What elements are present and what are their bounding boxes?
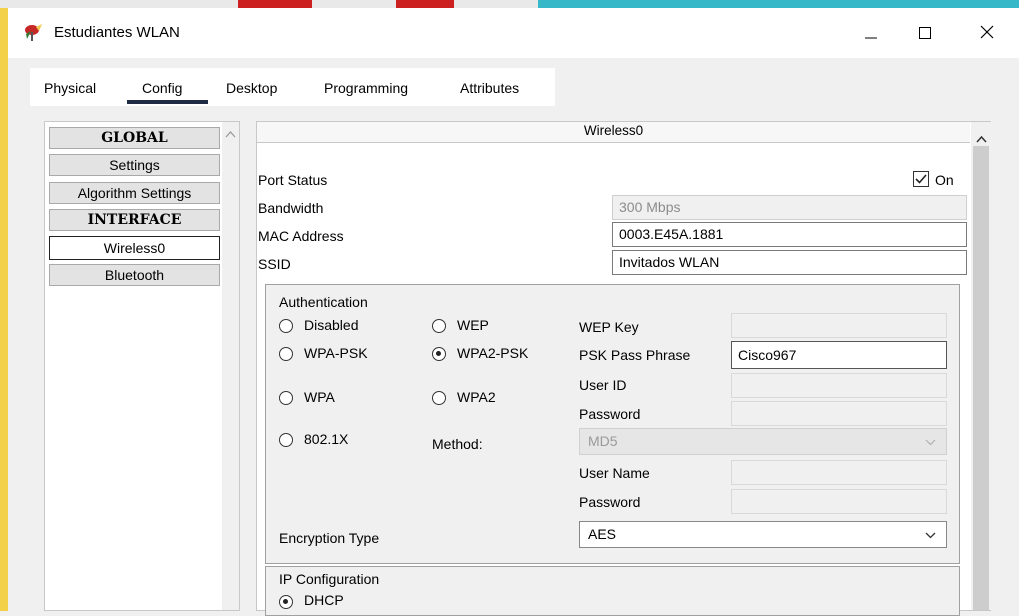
radio-wpa2-psk[interactable] <box>432 347 446 361</box>
tab-desktop[interactable]: Desktop <box>226 80 277 96</box>
radio-wpa2-psk-label: WPA2-PSK <box>457 345 529 361</box>
radio-dhcp[interactable] <box>279 595 293 609</box>
ip-configuration-section: IP Configuration DHCP <box>265 566 960 616</box>
authentication-title: Authentication <box>279 294 368 310</box>
background-red-bar <box>238 0 312 8</box>
minimize-button[interactable] <box>848 14 894 52</box>
sidebar-item-settings[interactable]: Settings <box>49 154 220 176</box>
password2-field <box>731 489 947 514</box>
close-icon <box>980 25 994 42</box>
method-label: Method: <box>432 436 483 452</box>
ip-configuration-title: IP Configuration <box>279 571 380 587</box>
radio-802-1x[interactable] <box>279 433 293 447</box>
radio-wpa-label: WPA <box>304 389 335 405</box>
maximize-button[interactable] <box>902 14 948 52</box>
sidebar-header-global: GLOBAL <box>49 127 220 149</box>
encryption-type-label: Encryption Type <box>279 530 380 546</box>
bandwidth-label: Bandwidth <box>258 200 324 216</box>
password-field <box>731 401 947 426</box>
bandwidth-field: 300 Mbps <box>612 195 967 220</box>
radio-wpa[interactable] <box>279 391 293 405</box>
port-status-checkbox[interactable] <box>913 171 929 190</box>
mac-address-field[interactable]: 0003.E45A.1881 <box>612 222 967 247</box>
sidebar-item-algorithm-settings[interactable]: Algorithm Settings <box>49 182 220 204</box>
radio-disabled-label: Disabled <box>304 317 359 333</box>
password-label: Password <box>579 406 641 422</box>
tab-bar: Physical Config Desktop Programming Attr… <box>30 68 555 106</box>
chevron-down-icon <box>925 429 936 454</box>
chevron-down-icon <box>925 522 936 547</box>
tab-programming[interactable]: Programming <box>324 80 408 96</box>
radio-wpa-psk-label: WPA-PSK <box>304 345 368 361</box>
scrollbar-thumb[interactable] <box>973 146 989 610</box>
sidebar-header-interface: INTERFACE <box>49 209 220 231</box>
panel-title: Wireless0 <box>257 122 970 143</box>
close-button[interactable] <box>964 14 1010 52</box>
user-id-field <box>731 373 947 398</box>
ssid-label: SSID <box>258 256 291 272</box>
user-name-label: User Name <box>579 465 650 481</box>
method-select-value: MD5 <box>588 433 618 449</box>
user-name-field <box>731 460 947 485</box>
port-status-label: Port Status <box>258 172 328 188</box>
tab-attributes[interactable]: Attributes <box>460 80 519 96</box>
radio-wep[interactable] <box>432 319 446 333</box>
scroll-up-icon[interactable] <box>225 125 236 141</box>
wep-key-field <box>731 313 947 338</box>
title-bar: Estudiantes WLAN <box>8 8 1019 58</box>
panel-scrollbar[interactable] <box>971 122 991 610</box>
mac-address-label: MAC Address <box>258 228 344 244</box>
sidebar-item-wireless0[interactable]: Wireless0 <box>49 236 220 260</box>
config-panel: Wireless0 Port Status On Bandwidth 300 M… <box>256 121 991 616</box>
radio-disabled[interactable] <box>279 319 293 333</box>
encryption-type-value: AES <box>588 526 617 542</box>
window-title: Estudiantes WLAN <box>54 24 180 41</box>
psk-pass-phrase-field[interactable]: Cisco967 <box>731 341 947 369</box>
port-status-on-label: On <box>935 172 954 188</box>
scroll-up-icon[interactable] <box>976 130 987 146</box>
sidebar: GLOBAL Settings Algorithm Settings INTER… <box>44 121 240 611</box>
active-tab-indicator <box>127 100 208 104</box>
background-teal-bar <box>538 0 1019 8</box>
radio-wep-label: WEP <box>457 317 489 333</box>
encryption-type-select[interactable]: AES <box>579 521 947 548</box>
wep-key-label: WEP Key <box>579 319 639 335</box>
radio-wpa-psk[interactable] <box>279 347 293 361</box>
radio-802-1x-label: 802.1X <box>304 431 349 447</box>
background-red-bar <box>396 0 454 8</box>
radio-wpa2-label: WPA2 <box>457 389 496 405</box>
radio-dhcp-label: DHCP <box>304 592 344 608</box>
sidebar-scrollbar[interactable] <box>222 122 239 610</box>
user-id-label: User ID <box>579 377 627 393</box>
authentication-section: Authentication Disabled WEP WPA-PSK WPA2… <box>265 284 960 564</box>
background-strip <box>0 0 1019 8</box>
method-select: MD5 <box>579 428 947 455</box>
psk-pass-phrase-label: PSK Pass Phrase <box>579 347 691 363</box>
app-icon <box>22 22 44 42</box>
radio-wpa2[interactable] <box>432 391 446 405</box>
ssid-field[interactable]: Invitados WLAN <box>612 250 967 275</box>
tab-physical[interactable]: Physical <box>44 80 96 96</box>
sidebar-item-bluetooth[interactable]: Bluetooth <box>49 264 220 286</box>
password2-label: Password <box>579 494 641 510</box>
tab-config[interactable]: Config <box>142 80 182 96</box>
